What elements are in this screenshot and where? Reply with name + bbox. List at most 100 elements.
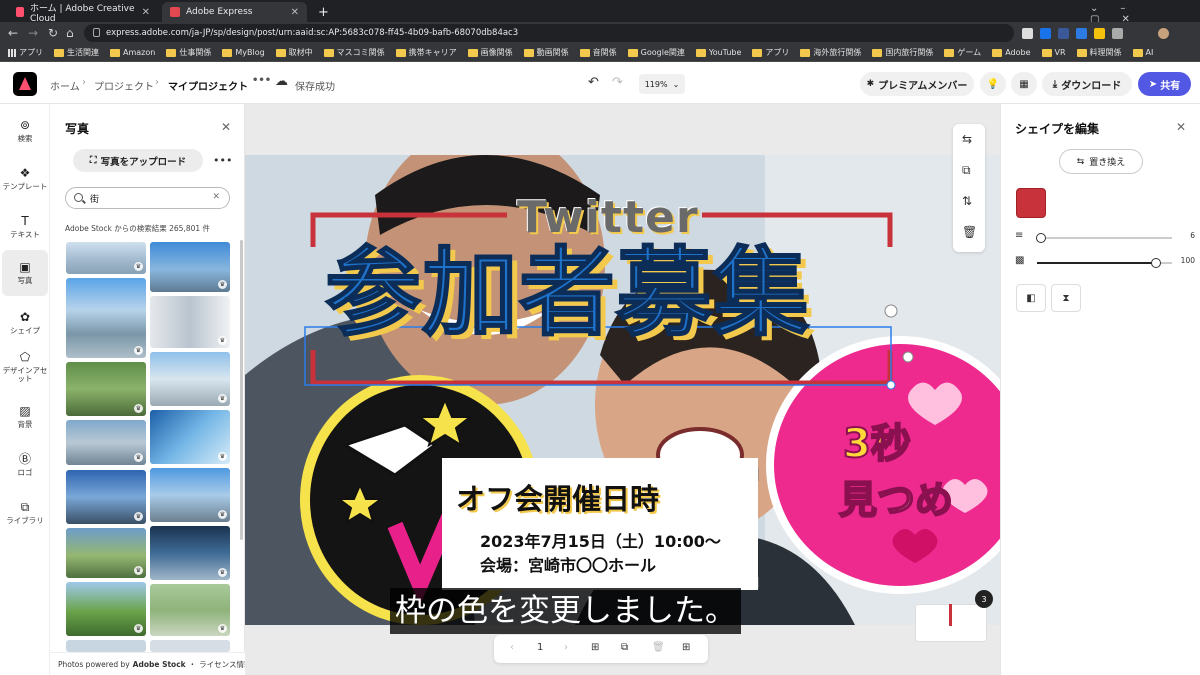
photo-thumbnail[interactable]: ♛ <box>66 582 146 636</box>
bookmark-folder[interactable]: 海外旅行関係 <box>800 47 861 58</box>
rotate-handle-icon[interactable] <box>902 351 914 363</box>
page-thumbnail[interactable]: 3 <box>913 590 993 642</box>
bookmark-folder[interactable]: Amazon <box>110 48 155 57</box>
bookmark-folder[interactable]: VR <box>1041 48 1066 57</box>
close-icon[interactable]: ✕ <box>291 7 299 18</box>
bookmark-folder[interactable]: YouTube <box>695 48 741 57</box>
grid-view-icon[interactable]: ⊞ <box>682 642 690 653</box>
rail-item-logo[interactable]: Ⓑ ロゴ <box>2 442 48 488</box>
more-options-icon[interactable]: ••• <box>252 75 271 86</box>
page-number[interactable]: 1 <box>537 642 543 653</box>
replace-button[interactable]: ⇆ 置き換え <box>1059 149 1143 174</box>
opacity-slider[interactable]: ▩ 100 <box>1015 255 1195 269</box>
breadcrumb-projects[interactable]: プロジェクト <box>94 78 154 93</box>
photo-thumbnail[interactable] <box>150 640 230 652</box>
bookmark-folder[interactable]: 料理関係 <box>1076 47 1122 58</box>
puzzle-icon[interactable] <box>1112 28 1123 39</box>
move-handle-icon[interactable] <box>884 304 898 318</box>
breadcrumb-home[interactable]: ホーム <box>50 78 80 93</box>
clear-icon[interactable]: ✕ <box>212 192 220 202</box>
extension-icon[interactable] <box>1094 28 1105 39</box>
slider-knob[interactable] <box>1151 258 1161 268</box>
rail-item-search[interactable]: ⊚ 検索 <box>2 108 48 154</box>
rail-item-library[interactable]: ⧉ ライブラリ <box>2 490 48 536</box>
new-tab-button[interactable]: + <box>310 2 337 22</box>
photo-thumbnail[interactable]: ♛ <box>150 468 230 522</box>
bookmark-folder[interactable]: MyBlog <box>222 48 265 57</box>
bookmark-folder[interactable]: マスコミ関係 <box>323 47 385 58</box>
delete-page-icon[interactable]: 🗑 <box>652 642 665 653</box>
bookmark-folder[interactable]: 画像関係 <box>467 47 513 58</box>
next-page-icon[interactable]: › <box>564 642 568 653</box>
photo-thumbnail[interactable]: ♛ <box>150 526 230 580</box>
bookmark-folder[interactable]: 携帯キャリア <box>395 47 457 58</box>
photo-thumbnail[interactable]: ♛ <box>66 420 146 465</box>
rail-item-shapes[interactable]: ✿ シェイプ <box>2 300 48 346</box>
photo-thumbnail[interactable]: ♛ <box>66 278 146 358</box>
bookmark-folder[interactable]: 動画関係 <box>523 47 569 58</box>
photo-thumbnail[interactable]: ♛ <box>150 352 230 406</box>
extension-icon[interactable] <box>1022 28 1033 39</box>
design-canvas[interactable]: 3秒 見つめ Twitter 参加者募集 オフ会開催日時 2023年7月15日（… <box>245 155 1000 625</box>
redo-icon[interactable]: ↷ <box>612 75 623 90</box>
extension-icon[interactable] <box>1040 28 1051 39</box>
rail-item-text[interactable]: T テキスト <box>2 204 48 250</box>
panel-scrollbar[interactable] <box>240 240 243 540</box>
adobe-express-logo[interactable] <box>13 72 37 96</box>
close-icon[interactable]: ✕ <box>221 120 231 134</box>
resize-handle[interactable] <box>886 380 896 390</box>
photo-thumbnail[interactable]: ♛ <box>150 584 230 636</box>
bookmark-folder[interactable]: 音関係 <box>579 47 617 58</box>
flip-horizontal-button[interactable]: ◧ <box>1016 284 1046 312</box>
forward-arrow-icon[interactable]: → <box>28 26 38 40</box>
bookmark-folder[interactable]: 取材中 <box>275 47 313 58</box>
event-info-box[interactable]: オフ会開催日時 2023年7月15日（土）10:00〜 会場：宮崎市〇〇ホール <box>442 458 758 590</box>
photo-thumbnail[interactable]: ♛ <box>150 242 230 292</box>
fill-color-swatch[interactable] <box>1016 188 1046 218</box>
photo-thumbnail[interactable]: ♛ <box>66 528 146 578</box>
swap-icon[interactable]: ⇆ <box>962 132 972 146</box>
trash-icon[interactable]: 🗑 <box>962 225 977 239</box>
photo-thumbnail[interactable]: ♛ <box>66 362 146 416</box>
reload-icon[interactable]: ↻ <box>48 26 58 40</box>
premium-member-button[interactable]: ✱ プレミアムメンバー <box>860 72 974 96</box>
lightbulb-button[interactable]: 💡 <box>980 72 1006 96</box>
bookmark-folder[interactable]: AI <box>1132 48 1153 57</box>
rail-item-design-assets[interactable]: ⬠ デザインアセット <box>2 344 48 390</box>
photo-thumbnail[interactable] <box>66 640 146 652</box>
close-icon[interactable]: ✕ <box>142 7 150 18</box>
duplicate-page-icon[interactable]: ⧉ <box>621 642 628 653</box>
bookmark-folder[interactable]: Google関連 <box>627 47 685 58</box>
flip-vertical-button[interactable]: ⧗ <box>1051 284 1081 312</box>
extension-icon[interactable] <box>1058 28 1069 39</box>
calendar-button[interactable]: ▦ <box>1011 72 1037 96</box>
slider-knob[interactable] <box>1036 233 1046 243</box>
bookmark-folder[interactable]: 生活関連 <box>54 47 99 58</box>
photo-thumbnail[interactable]: ♛ <box>150 410 230 464</box>
extension-icon[interactable] <box>1076 28 1087 39</box>
arrange-icon[interactable]: ⇅ <box>962 194 972 208</box>
photo-thumbnail[interactable]: ♛ <box>66 470 146 524</box>
bookmark-folder[interactable]: アプリ <box>752 47 789 58</box>
more-options-icon[interactable]: ••• <box>213 154 232 167</box>
rail-item-photos[interactable]: ▣ 写真 <box>2 250 48 296</box>
back-arrow-icon[interactable]: ← <box>8 26 18 40</box>
twitter-title[interactable]: Twitter <box>517 192 699 243</box>
bookmark-folder[interactable]: ゲーム <box>944 47 981 58</box>
prev-page-icon[interactable]: ‹ <box>510 642 514 653</box>
photo-thumbnail[interactable]: ♛ <box>150 296 230 348</box>
bookmark-folder[interactable]: 国内旅行関係 <box>872 47 933 58</box>
close-icon[interactable]: ✕ <box>1176 120 1186 134</box>
main-title[interactable]: 参加者募集 <box>324 244 810 342</box>
bookmark-folder[interactable]: 仕事関係 <box>166 47 211 58</box>
share-button[interactable]: ➤ 共有 <box>1138 72 1191 96</box>
rail-item-background[interactable]: ▨ 背景 <box>2 394 48 440</box>
zoom-select[interactable]: 119% ⌄ <box>639 74 685 94</box>
download-button[interactable]: ⤓ ダウンロード <box>1042 72 1132 96</box>
profile-avatar[interactable] <box>1158 28 1169 39</box>
license-link[interactable]: ライセンス情報 <box>199 659 251 670</box>
stroke-width-slider[interactable]: ≡ 6 <box>1015 230 1195 244</box>
rail-item-templates[interactable]: ❖ テンプレート <box>2 156 48 202</box>
url-field[interactable]: express.adobe.com/ja-JP/sp/design/post/u… <box>84 24 1014 42</box>
search-input[interactable]: 街 ✕ <box>65 187 230 209</box>
